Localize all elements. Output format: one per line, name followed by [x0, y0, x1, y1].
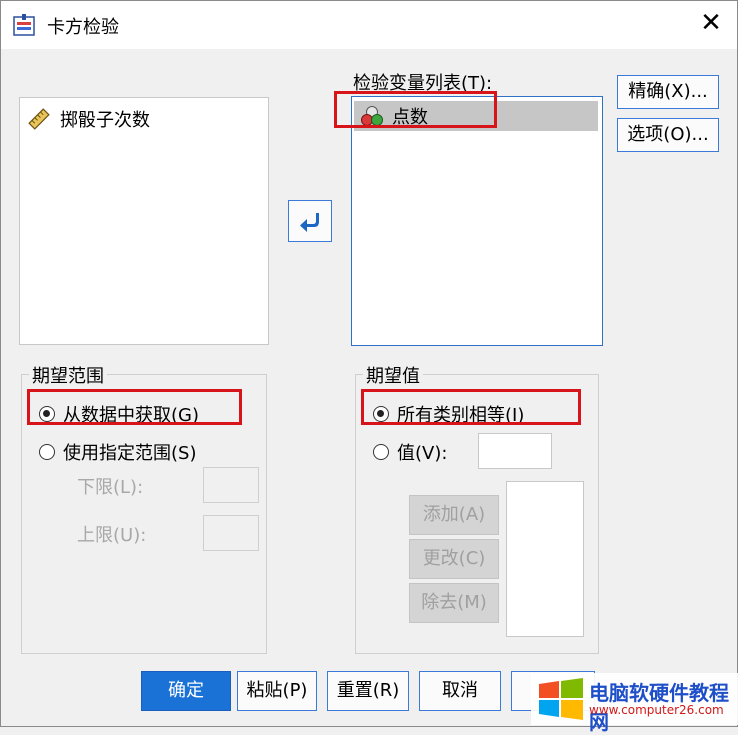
- expected-range-title: 期望范围: [29, 362, 107, 388]
- radio-values[interactable]: 值(V):: [373, 439, 447, 465]
- value-input[interactable]: [478, 433, 552, 469]
- values-list[interactable]: [506, 481, 584, 637]
- window-title: 卡方检验: [47, 17, 119, 38]
- change-button[interactable]: 更改(C): [409, 539, 499, 579]
- close-icon[interactable]: ✕: [699, 10, 723, 36]
- radio-values-label: 值(V):: [397, 443, 448, 464]
- highlight-box-variable: [334, 91, 497, 128]
- source-variable-list[interactable]: 掷骰子次数: [19, 97, 269, 345]
- radio-button-icon: [373, 444, 389, 460]
- highlight-box-from-data: [27, 389, 242, 425]
- transfer-button[interactable]: [288, 200, 332, 242]
- add-button[interactable]: 添加(A): [409, 495, 499, 535]
- cancel-button[interactable]: 取消: [419, 671, 501, 711]
- lower-bound-label: 下限(L):: [77, 477, 144, 498]
- upper-bound-input[interactable]: [203, 515, 259, 551]
- dialog-window: 卡方检验 ✕ 掷骰子次数 检验变量列表(T): 点数 精确(X)... 选项(O…: [0, 0, 738, 734]
- radio-button-icon: [39, 444, 55, 460]
- app-icon: [13, 14, 35, 36]
- ruler-icon: [28, 108, 50, 130]
- highlight-box-all-equal: [361, 389, 581, 425]
- watermark-url: www.computer26.com: [589, 703, 724, 717]
- radio-specified-range[interactable]: 使用指定范围(S): [39, 439, 196, 465]
- ok-button[interactable]: 确定: [141, 671, 231, 711]
- radio-specified-range-label: 使用指定范围(S): [63, 443, 197, 464]
- paste-button[interactable]: 粘贴(P): [237, 671, 317, 711]
- list-item-label: 掷骰子次数: [60, 110, 150, 131]
- title-bar: 卡方检验 ✕: [1, 1, 737, 49]
- windows-logo-icon: [539, 678, 583, 720]
- exact-button[interactable]: 精确(X)...: [617, 75, 719, 109]
- arrow-left-icon: [300, 213, 319, 232]
- options-button[interactable]: 选项(O)...: [617, 118, 719, 152]
- list-item[interactable]: 掷骰子次数: [28, 106, 150, 132]
- reset-button[interactable]: 重置(R): [327, 671, 409, 711]
- remove-button[interactable]: 除去(M): [409, 583, 499, 623]
- upper-bound-label: 上限(U):: [77, 525, 147, 546]
- test-variable-list[interactable]: 点数: [351, 96, 603, 346]
- expected-values-title: 期望值: [363, 362, 423, 388]
- lower-bound-input[interactable]: [203, 467, 259, 503]
- watermark: 电脑软硬件教程网 www.computer26.com: [531, 673, 738, 734]
